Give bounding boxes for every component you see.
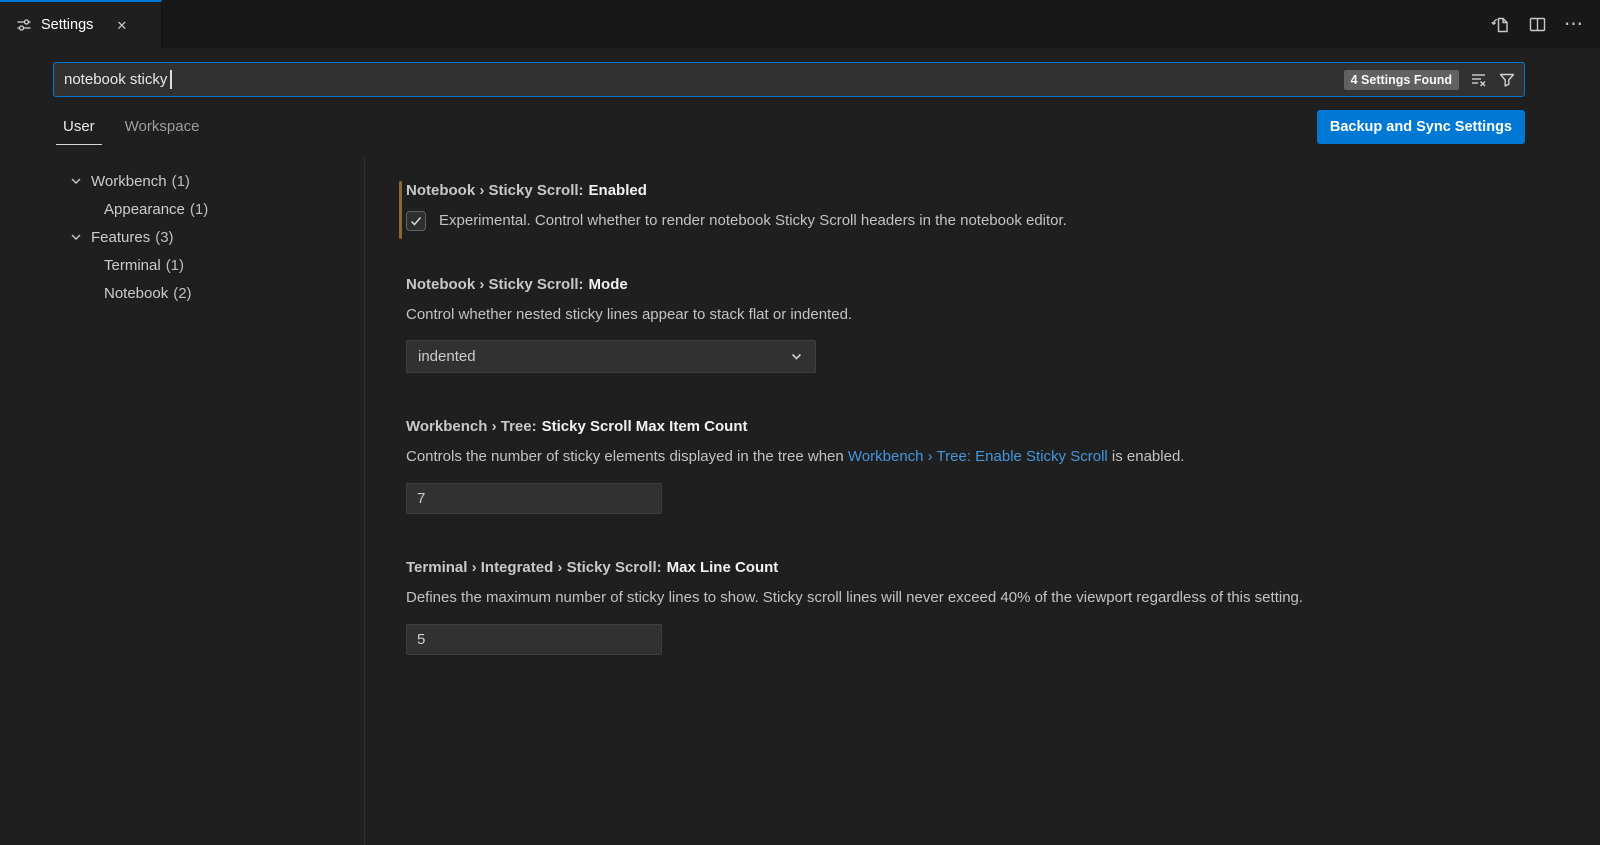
split-editor-icon[interactable] [1528, 15, 1547, 34]
chevron-down-icon[interactable] [68, 173, 84, 189]
check-icon [409, 214, 423, 228]
more-actions-icon[interactable]: ⋯ [1564, 15, 1584, 34]
setting-description: Defines the maximum number of sticky lin… [406, 587, 1560, 608]
editor-tab-bar: Settings ✕ ⋯ [0, 0, 1600, 48]
mode-select-dropdown[interactable]: indented [406, 340, 816, 373]
toc-count: (1) [190, 201, 208, 218]
setting-notebook-sticky-scroll-enabled: Notebook › Sticky Scroll: Enabled Experim… [406, 182, 1560, 231]
toc-label: Appearance [104, 201, 185, 218]
toc-count: (3) [155, 229, 173, 246]
toc-item-terminal[interactable]: Terminal (1) [0, 251, 364, 279]
selected-option: indented [418, 348, 476, 365]
max-item-count-input[interactable] [406, 483, 662, 514]
toc-label: Terminal [104, 257, 161, 274]
setting-title: Notebook › Sticky Scroll: Mode [406, 276, 1560, 293]
toc-item-workbench[interactable]: Workbench (1) [0, 167, 364, 195]
tab-title: Settings [41, 17, 93, 33]
filter-icon[interactable] [1498, 71, 1516, 89]
related-setting-link[interactable]: Workbench › Tree: Enable Sticky Scroll [848, 448, 1108, 465]
setting-terminal-sticky-scroll-max-line-count: Terminal › Integrated › Sticky Scroll: Ma… [406, 559, 1560, 655]
toc-label: Features [91, 229, 150, 246]
results-count-badge: 4 Settings Found [1344, 70, 1459, 90]
toc-count: (2) [173, 285, 191, 302]
settings-search-input[interactable]: notebook sticky 4 Settings Found [53, 62, 1525, 97]
backup-and-sync-button[interactable]: Backup and Sync Settings [1317, 110, 1525, 144]
setting-label: Mode [589, 276, 628, 293]
search-row: notebook sticky 4 Settings Found [0, 48, 1600, 97]
tab-workspace[interactable]: Workspace [118, 109, 207, 144]
setting-description: Experimental. Control whether to render … [439, 210, 1067, 231]
scope-row: User Workspace Backup and Sync Settings [0, 97, 1600, 156]
settings-list: Notebook › Sticky Scroll: Enabled Experim… [365, 156, 1600, 845]
text-caret [170, 70, 172, 89]
description-text: Controls the number of sticky elements d… [406, 448, 848, 465]
editor-actions: ⋯ [1490, 0, 1584, 48]
chevron-down-icon[interactable] [68, 229, 84, 245]
modified-indicator [399, 181, 402, 239]
toc-label: Workbench [91, 173, 167, 190]
toc-count: (1) [166, 257, 184, 274]
setting-tree-sticky-scroll-max-item-count: Workbench › Tree: Sticky Scroll Max Item … [406, 418, 1560, 514]
setting-description: Controls the number of sticky elements d… [406, 446, 1560, 467]
setting-description: Control whether nested sticky lines appe… [406, 304, 1560, 325]
toc-item-features[interactable]: Features (3) [0, 223, 364, 251]
setting-title: Workbench › Tree: Sticky Scroll Max Item … [406, 418, 1560, 435]
setting-category: Workbench › Tree: [406, 418, 537, 435]
setting-category: Notebook › Sticky Scroll: [406, 182, 584, 199]
settings-sliders-icon [16, 17, 32, 33]
setting-category: Notebook › Sticky Scroll: [406, 276, 584, 293]
settings-content: Workbench (1) Appearance (1) Features (3… [0, 156, 1600, 845]
settings-toc-tree: Workbench (1) Appearance (1) Features (3… [0, 156, 365, 845]
tab-user[interactable]: User [56, 109, 102, 145]
setting-label: Sticky Scroll Max Item Count [542, 418, 748, 435]
setting-title: Notebook › Sticky Scroll: Enabled [406, 182, 1560, 199]
clear-search-icon[interactable] [1470, 71, 1487, 88]
chevron-down-icon [789, 349, 804, 364]
toc-item-notebook[interactable]: Notebook (2) [0, 279, 364, 307]
toc-label: Notebook [104, 285, 168, 302]
open-settings-json-icon[interactable] [1490, 14, 1511, 35]
search-query-text: notebook sticky [64, 71, 167, 88]
description-text: is enabled. [1108, 448, 1185, 465]
settings-tab[interactable]: Settings ✕ [0, 0, 162, 48]
setting-title: Terminal › Integrated › Sticky Scroll: Ma… [406, 559, 1560, 576]
enabled-checkbox[interactable] [406, 211, 426, 231]
tab-close-icon[interactable]: ✕ [116, 19, 127, 32]
toc-count: (1) [172, 173, 190, 190]
setting-notebook-sticky-scroll-mode: Notebook › Sticky Scroll: Mode Control wh… [406, 276, 1560, 373]
setting-label: Max Line Count [667, 559, 779, 576]
max-line-count-input[interactable] [406, 624, 662, 655]
toc-item-appearance[interactable]: Appearance (1) [0, 195, 364, 223]
setting-label: Enabled [589, 182, 647, 199]
setting-category: Terminal › Integrated › Sticky Scroll: [406, 559, 662, 576]
